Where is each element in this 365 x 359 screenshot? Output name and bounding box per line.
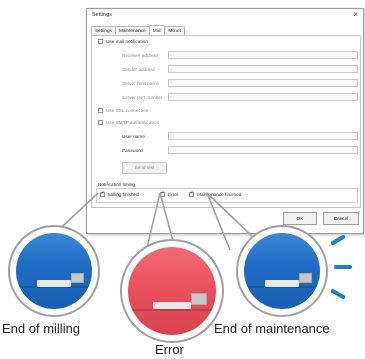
milling-machine-image <box>16 233 92 309</box>
error-circle <box>120 239 224 343</box>
caption-end-of-maintenance: End of maintenance <box>214 321 330 336</box>
error-machine-image <box>128 247 216 335</box>
machine-tray <box>298 272 313 284</box>
maintenance-end-circle <box>236 225 328 317</box>
caption-error: Error <box>155 342 184 357</box>
notification-ray-middle <box>334 265 352 269</box>
maintenance-machine-image <box>244 233 320 309</box>
caption-end-of-milling: End of milling <box>2 321 81 336</box>
machine-slot <box>152 301 192 310</box>
machine-tray <box>70 272 85 284</box>
machine-slot <box>37 280 71 287</box>
milling-end-circle <box>8 225 100 317</box>
machine-slot <box>265 280 299 287</box>
machine-tray <box>191 292 208 306</box>
